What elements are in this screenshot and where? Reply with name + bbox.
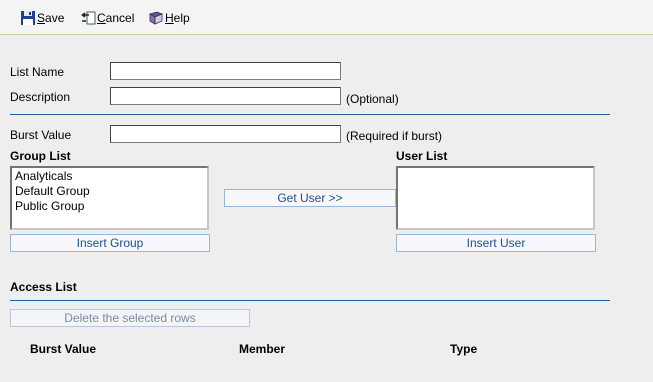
save-accel: S <box>37 11 46 25</box>
column-header-burst-value: Burst Value <box>30 342 97 356</box>
help-label: elp <box>173 11 190 25</box>
section-divider <box>10 114 610 115</box>
get-user-button[interactable]: Get User >> <box>224 189 396 207</box>
column-header-type: Type <box>450 342 478 356</box>
cancel-label: ancel <box>105 11 135 25</box>
insert-group-button[interactable]: Insert Group <box>10 234 210 252</box>
description-label: Description <box>10 90 71 104</box>
user-list-box[interactable] <box>396 166 595 230</box>
undo-arrow-icon <box>81 11 96 25</box>
group-list-box[interactable]: Analyticals Default Group Public Group <box>10 166 209 230</box>
save-button[interactable]: Save <box>20 8 64 28</box>
insert-user-button[interactable]: Insert User <box>396 234 596 252</box>
description-input[interactable] <box>110 87 341 105</box>
access-list-divider <box>10 300 610 301</box>
group-list-item[interactable]: Analyticals <box>15 169 204 184</box>
column-header-member: Member <box>239 342 286 356</box>
description-hint: (Optional) <box>346 92 399 106</box>
floppy-disk-icon <box>21 11 35 25</box>
toolbar: Save Cancel Help <box>0 0 653 35</box>
group-list-item[interactable]: Public Group <box>15 199 204 214</box>
burst-value-input[interactable] <box>110 125 341 143</box>
cancel-button[interactable]: Cancel <box>80 8 134 28</box>
cancel-accel: C <box>97 11 106 25</box>
group-list-title: Group List <box>10 149 71 163</box>
help-book-icon <box>149 11 164 25</box>
list-name-label: List Name <box>10 65 65 79</box>
list-name-input[interactable] <box>110 62 341 80</box>
help-accel: H <box>165 11 174 25</box>
user-list-title: User List <box>396 149 448 163</box>
help-button[interactable]: Help <box>148 8 190 28</box>
delete-selected-rows-button[interactable]: Delete the selected rows <box>10 309 250 327</box>
burst-value-hint: (Required if burst) <box>346 129 443 143</box>
save-label: ave <box>45 11 65 25</box>
access-list-title: Access List <box>10 280 77 294</box>
group-list-item[interactable]: Default Group <box>15 184 204 199</box>
burst-value-label: Burst Value <box>10 128 72 142</box>
